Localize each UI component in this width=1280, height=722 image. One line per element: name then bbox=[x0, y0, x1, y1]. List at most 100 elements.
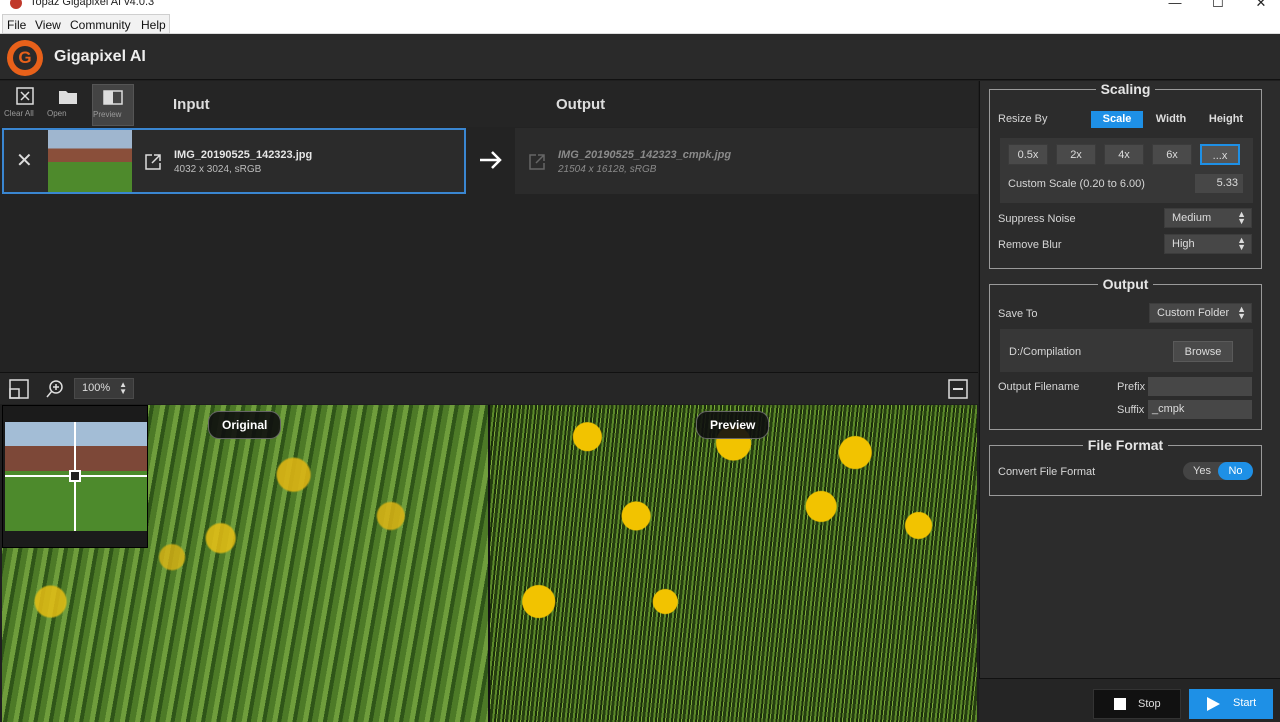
resize-height-tab[interactable]: Height bbox=[1199, 111, 1253, 128]
output-title-wrap: Output bbox=[990, 276, 1261, 294]
zoom-in-icon[interactable] bbox=[44, 378, 66, 400]
chevron-updown-icon: ▲ ▼ bbox=[1237, 304, 1246, 321]
preview-image-pane[interactable]: Preview bbox=[490, 405, 977, 722]
clear-all-icon bbox=[16, 87, 34, 105]
scale-preset-box: 0.5x 2x 4x 6x ...x Custom Scale (0.20 to… bbox=[1000, 138, 1253, 203]
zoom-select[interactable]: 100% ▲ ▼ bbox=[74, 378, 134, 399]
settings-panel: Scaling Resize By Scale Width Height 0.5… bbox=[979, 81, 1280, 722]
output-file-row: IMG_20190525_142323_cmpk.jpg 21504 x 161… bbox=[515, 128, 978, 194]
original-label: Original bbox=[208, 411, 282, 439]
chevron-updown-icon: ▲ ▼ bbox=[1237, 209, 1246, 226]
file-format-title: File Format bbox=[1082, 437, 1169, 453]
remove-file-icon[interactable]: ✕ bbox=[16, 148, 33, 173]
minimize-icon[interactable]: — bbox=[1160, 0, 1190, 10]
arrow-right-icon bbox=[480, 151, 502, 169]
remove-blur-label: Remove Blur bbox=[998, 239, 1062, 251]
suppress-noise-label: Suppress Noise bbox=[998, 213, 1076, 225]
chevron-updown-icon: ▲ ▼ bbox=[1237, 235, 1246, 252]
preview-button[interactable]: Preview bbox=[92, 84, 134, 126]
play-icon bbox=[1207, 697, 1220, 711]
menu-community[interactable]: Community bbox=[70, 18, 131, 32]
zoom-stepper-icon: ▲ ▼ bbox=[119, 380, 127, 396]
zoom-value: 100% bbox=[82, 382, 111, 394]
preview-split-icon bbox=[103, 90, 123, 105]
navigator-minimap[interactable] bbox=[2, 405, 148, 548]
scale-0-5x-button[interactable]: 0.5x bbox=[1008, 144, 1048, 165]
scaling-title-wrap: Scaling bbox=[990, 81, 1261, 99]
custom-scale-input[interactable]: 5.33 bbox=[1195, 174, 1243, 193]
save-to-value: Custom Folder bbox=[1157, 307, 1230, 319]
menu-help[interactable]: Help bbox=[141, 18, 166, 32]
output-file-meta: 21504 x 16128, sRGB bbox=[558, 164, 657, 175]
save-to-select[interactable]: Custom Folder ▲ ▼ bbox=[1149, 303, 1252, 323]
stop-icon bbox=[1114, 698, 1126, 710]
resize-width-tab[interactable]: Width bbox=[1145, 111, 1197, 128]
browse-button[interactable]: Browse bbox=[1173, 341, 1233, 362]
scale-4x-button[interactable]: 4x bbox=[1104, 144, 1144, 165]
scaling-group: Scaling Resize By Scale Width Height 0.5… bbox=[989, 81, 1262, 269]
prefix-label: Prefix bbox=[1117, 381, 1146, 393]
app-header: G Gigapixel AI bbox=[0, 34, 1280, 80]
menu-view[interactable]: View bbox=[35, 18, 61, 32]
input-file-row[interactable]: ✕ IMG_20190525_142323.jpg 4032 x 3024, s… bbox=[2, 128, 466, 194]
suppress-noise-value: Medium bbox=[1172, 212, 1212, 224]
close-icon[interactable]: ✕ bbox=[1246, 0, 1276, 11]
scale-custom-button[interactable]: ...x bbox=[1200, 144, 1240, 165]
scale-2x-button[interactable]: 2x bbox=[1056, 144, 1096, 165]
menu-bar: File View Community Help bbox=[0, 14, 1280, 34]
input-column-header: Input bbox=[173, 96, 210, 113]
fit-view-icon[interactable] bbox=[8, 378, 30, 400]
input-filename: IMG_20190525_142323.jpg bbox=[174, 149, 313, 161]
folder-icon bbox=[59, 91, 77, 104]
custom-scale-label: Custom Scale (0.20 to 6.00) bbox=[1008, 178, 1145, 190]
preview-pane-label: Preview bbox=[696, 411, 770, 439]
scale-6x-button[interactable]: 6x bbox=[1152, 144, 1192, 165]
input-file-meta: 4032 x 3024, sRGB bbox=[174, 164, 262, 175]
clear-all-button[interactable]: Clear All bbox=[4, 84, 46, 126]
open-label: Open bbox=[47, 109, 67, 118]
toggle-no[interactable]: No bbox=[1218, 462, 1253, 480]
output-external-icon bbox=[529, 154, 545, 170]
app-title: Gigapixel AI bbox=[54, 48, 146, 65]
folder-path: D:/Compilation bbox=[1009, 346, 1082, 358]
app-icon bbox=[10, 0, 22, 9]
clear-all-label: Clear All bbox=[4, 109, 34, 118]
window-title: Topaz Gigapixel AI v4.0.3 bbox=[30, 0, 155, 8]
start-button[interactable]: Start bbox=[1189, 689, 1273, 719]
open-button[interactable]: Open bbox=[47, 84, 89, 126]
file-toolbar: Clear All Open Preview bbox=[0, 81, 978, 127]
topaz-logo-icon: G bbox=[7, 40, 43, 76]
output-group: Output Save To Custom Folder ▲ ▼ D:/Compi… bbox=[989, 276, 1262, 430]
input-thumbnail bbox=[48, 130, 132, 192]
navigator-viewport-handle[interactable] bbox=[69, 470, 81, 482]
file-format-title-wrap: File Format bbox=[990, 437, 1261, 455]
scaling-title: Scaling bbox=[1095, 81, 1156, 97]
output-title: Output bbox=[1097, 276, 1154, 292]
resize-by-label: Resize By bbox=[998, 113, 1048, 125]
stop-button[interactable]: Stop bbox=[1093, 689, 1181, 719]
view-bar: 100% ▲ ▼ bbox=[0, 372, 978, 404]
open-external-icon[interactable] bbox=[144, 153, 162, 171]
window-title-bar: Topaz Gigapixel AI v4.0.3 — ☐ ✕ bbox=[0, 0, 1280, 14]
maximize-icon[interactable]: ☐ bbox=[1203, 0, 1233, 11]
convert-format-label: Convert File Format bbox=[998, 466, 1096, 478]
suffix-input[interactable]: _cmpk bbox=[1148, 400, 1252, 419]
file-format-group: File Format Convert File Format Yes No bbox=[989, 437, 1262, 496]
save-to-label: Save To bbox=[998, 308, 1038, 320]
toggle-yes[interactable]: Yes bbox=[1193, 465, 1211, 477]
stop-label: Stop bbox=[1138, 698, 1161, 710]
collapse-panel-icon[interactable] bbox=[947, 378, 969, 400]
output-column-header: Output bbox=[556, 96, 606, 113]
start-label: Start bbox=[1233, 697, 1257, 709]
suppress-noise-select[interactable]: Medium ▲ ▼ bbox=[1164, 208, 1252, 228]
remove-blur-select[interactable]: High ▲ ▼ bbox=[1164, 234, 1252, 254]
resize-scale-tab[interactable]: Scale bbox=[1091, 111, 1143, 128]
suffix-label: Suffix bbox=[1117, 404, 1145, 416]
preview-label: Preview bbox=[93, 110, 122, 119]
prefix-input[interactable] bbox=[1148, 377, 1252, 396]
folder-box: D:/Compilation Browse bbox=[1000, 329, 1253, 372]
menu-file[interactable]: File bbox=[7, 18, 26, 32]
convert-format-toggle[interactable]: Yes No bbox=[1183, 462, 1253, 480]
action-footer: Stop Start bbox=[979, 678, 1280, 722]
remove-blur-value: High bbox=[1172, 238, 1195, 250]
